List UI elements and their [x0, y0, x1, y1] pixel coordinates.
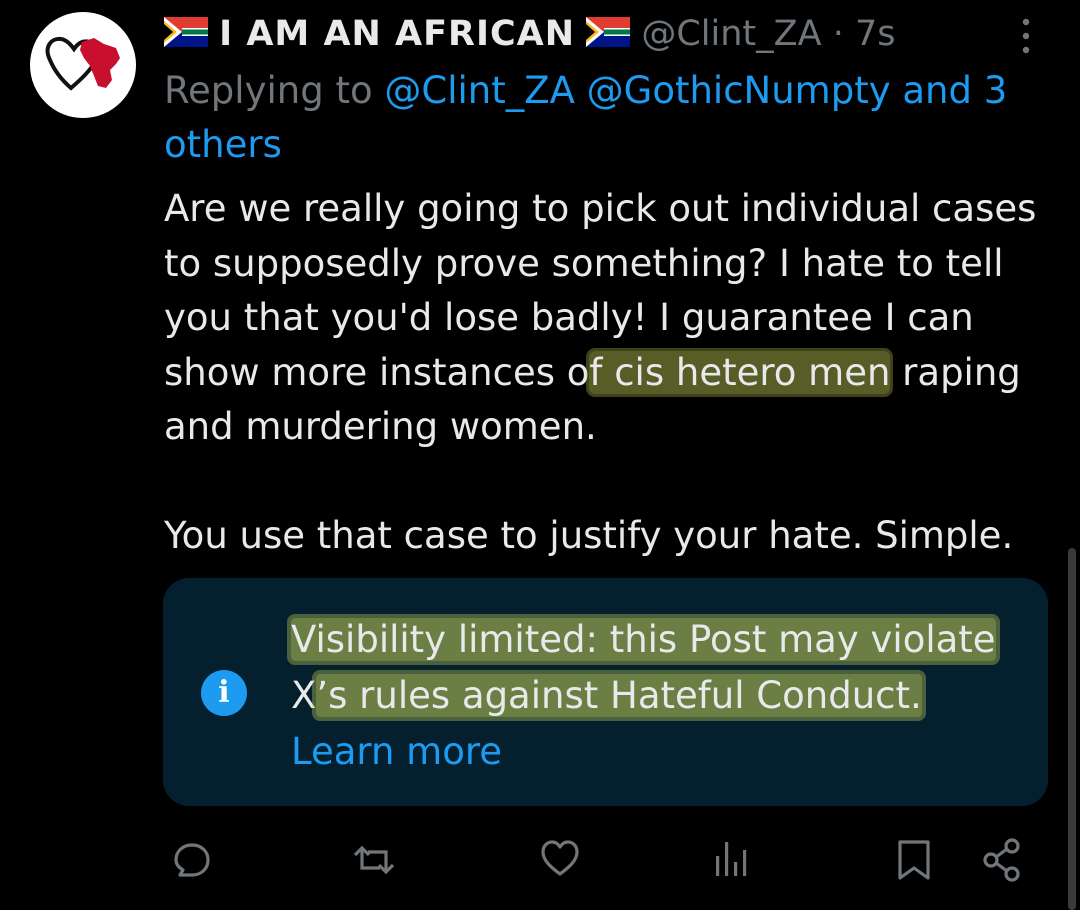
- replying-to-label: Replying to: [164, 69, 373, 112]
- heart-africa-avatar-icon: [45, 36, 120, 91]
- post-text: Are we really going to pick out individu…: [164, 182, 1044, 564]
- post-timestamp[interactable]: 7s: [855, 14, 896, 54]
- post-paragraph: You use that case to justify your hate. …: [164, 514, 1014, 557]
- repost-icon[interactable]: [350, 832, 398, 888]
- share-icon[interactable]: [978, 832, 1026, 888]
- like-icon[interactable]: [536, 832, 584, 888]
- notice-line-highlighted: Visibility limited: this Post may violat…: [291, 618, 996, 661]
- south-africa-flag-icon: [586, 17, 631, 47]
- south-africa-flag-icon: [164, 17, 208, 47]
- bookmark-icon[interactable]: [890, 832, 938, 888]
- post-paragraph: Are we really going to pick out individu…: [164, 182, 1044, 455]
- replying-to: Replying to @Clint_ZA @GothicNumpty and …: [164, 64, 1044, 172]
- separator-dot: ·: [832, 14, 844, 54]
- user-handle[interactable]: @Clint_ZA: [641, 14, 821, 54]
- info-icon: i: [201, 670, 247, 716]
- action-bar: [160, 832, 1040, 888]
- display-name[interactable]: I AM AN AFRICAN: [219, 14, 575, 54]
- notice-text-segment: X: [291, 674, 317, 717]
- scrollbar[interactable]: [1068, 548, 1076, 910]
- more-options-icon[interactable]: [1012, 14, 1040, 58]
- notice-line-highlighted: ’s rules against Hateful Conduct.: [316, 674, 922, 717]
- post-header: I AM AN AFRICAN @Clint_ZA · 7s: [164, 8, 1034, 66]
- avatar[interactable]: [30, 12, 136, 118]
- highlighted-text: f cis hetero men: [589, 350, 891, 394]
- learn-more-link[interactable]: Learn more: [291, 724, 1031, 780]
- views-icon[interactable]: [708, 832, 756, 888]
- reply-icon[interactable]: [166, 832, 214, 888]
- notice-text: Visibility limited: this Post may violat…: [291, 612, 1031, 780]
- visibility-notice: i Visibility limited: this Post may viol…: [163, 578, 1048, 806]
